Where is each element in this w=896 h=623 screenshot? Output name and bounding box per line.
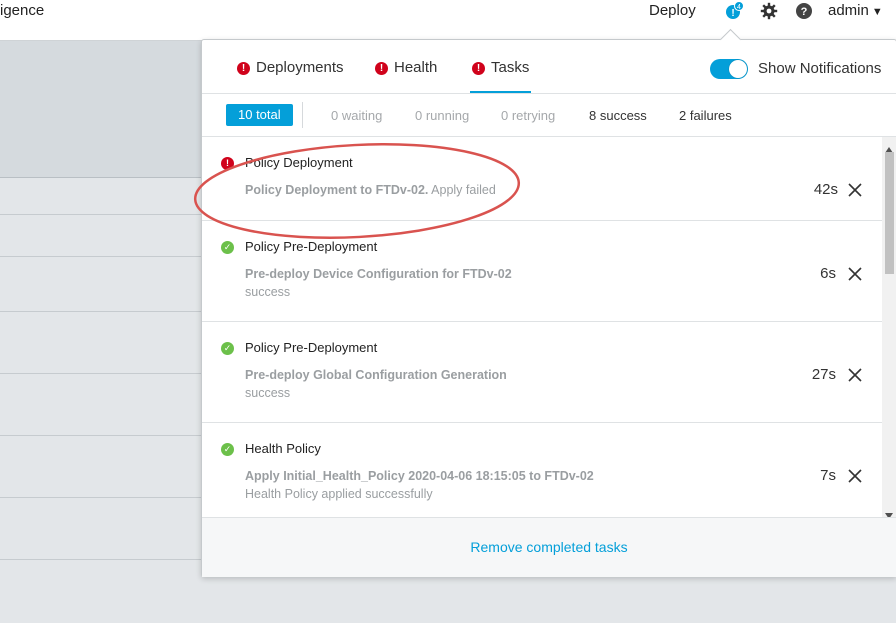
background-row-divider [0, 435, 205, 436]
background-row-divider [0, 373, 205, 374]
filter-total[interactable]: 10 total [226, 104, 293, 126]
background-row-divider [0, 311, 205, 312]
show-notifications-label: Show Notifications [758, 60, 882, 77]
deploy-button[interactable]: Deploy [649, 2, 696, 19]
filter-running[interactable]: 0 running [415, 108, 469, 123]
tab-label: Health [394, 59, 438, 76]
task-item: ✓ Policy Pre-Deployment Pre-deploy Globa… [202, 322, 882, 423]
task-description: Pre-deploy Device Configuration for FTDv… [245, 267, 512, 281]
background-panel [0, 41, 205, 178]
scroll-up-icon[interactable] [885, 140, 893, 153]
task-filter-bar: 10 total 0 waiting 0 running 0 retrying … [202, 93, 896, 137]
user-menu[interactable]: admin ▼ [828, 2, 883, 19]
scrollbar-thumb[interactable] [885, 152, 894, 274]
task-title: Health Policy [245, 441, 321, 456]
user-menu-label: admin [828, 2, 869, 19]
task-description-rest: Apply failed [428, 183, 496, 197]
filter-waiting[interactable]: 0 waiting [331, 108, 382, 123]
task-status-text: success [245, 386, 291, 400]
tab-health[interactable]: ! Health [375, 59, 437, 91]
task-description-bold: Policy Deployment to FTDv-02. [245, 183, 429, 197]
notifications-popover: ! Deployments ! Health ! Tasks Show Noti… [201, 28, 896, 577]
scroll-down-icon[interactable] [885, 506, 893, 519]
show-notifications-toggle[interactable] [710, 59, 748, 79]
task-description: Policy Deployment to FTDv-02. Apply fail… [245, 183, 496, 197]
tab-label: Tasks [491, 59, 530, 76]
notifications-icon[interactable]: ! 4 [725, 1, 744, 20]
task-description-bold: Apply Initial_Health_Policy 2020-04-06 1… [245, 469, 594, 483]
product-name: igence [0, 2, 45, 19]
task-duration: 7s [820, 467, 836, 484]
background-row-divider [0, 214, 205, 215]
task-item: ✓ Health Policy Apply Initial_Health_Pol… [202, 423, 882, 517]
task-status-text: success [245, 285, 291, 299]
close-icon[interactable] [848, 183, 862, 197]
close-icon[interactable] [848, 469, 862, 483]
task-duration: 6s [820, 265, 836, 282]
notification-tabs: ! Deployments ! Health ! Tasks Show Noti… [202, 40, 896, 94]
filter-retrying[interactable]: 0 retrying [501, 108, 555, 123]
error-icon: ! [237, 62, 250, 75]
popover-footer: Remove completed tasks [202, 517, 896, 577]
task-title: Policy Pre-Deployment [245, 239, 378, 254]
task-description: Pre-deploy Global Configuration Generati… [245, 368, 507, 382]
tab-tasks[interactable]: ! Tasks [470, 59, 532, 94]
close-icon[interactable] [848, 267, 862, 281]
error-icon: ! [472, 62, 485, 75]
filter-failures[interactable]: 2 failures [679, 108, 732, 123]
success-status-icon: ✓ [221, 443, 234, 456]
tab-deployments[interactable]: ! Deployments [237, 59, 344, 91]
top-bar: igence Deploy ! 4 ? admin ▼ [0, 0, 896, 41]
task-description-bold: Pre-deploy Device Configuration for FTDv… [245, 267, 512, 281]
background-row-divider [0, 256, 205, 257]
svg-text:?: ? [801, 6, 808, 18]
background-row-divider [0, 559, 205, 560]
task-item: ! Policy Deployment Policy Deployment to… [202, 137, 882, 221]
task-status-text: Health Policy applied successfully [245, 487, 433, 501]
help-icon[interactable]: ? [796, 3, 812, 19]
task-duration: 42s [813, 181, 838, 198]
task-item: ✓ Policy Pre-Deployment Pre-deploy Devic… [202, 221, 882, 322]
filter-success[interactable]: 8 success [589, 108, 647, 123]
task-list: ! Policy Deployment Policy Deployment to… [202, 137, 882, 517]
filter-divider [302, 102, 303, 128]
task-title: Policy Deployment [245, 155, 353, 170]
error-icon: ! [375, 62, 388, 75]
notification-badge: 4 [737, 4, 741, 11]
task-description: Apply Initial_Health_Policy 2020-04-06 1… [245, 469, 594, 483]
background-row-divider [0, 497, 205, 498]
task-title: Policy Pre-Deployment [245, 340, 378, 355]
caret-down-icon: ▼ [871, 6, 883, 18]
success-status-icon: ✓ [221, 241, 234, 254]
toggle-knob [729, 60, 747, 78]
close-icon[interactable] [848, 368, 862, 382]
error-status-icon: ! [221, 157, 234, 170]
task-duration: 27s [811, 366, 836, 383]
gear-icon[interactable] [760, 2, 778, 20]
tab-label: Deployments [256, 59, 344, 76]
remove-completed-tasks-link[interactable]: Remove completed tasks [202, 539, 896, 555]
svg-text:!: ! [731, 8, 734, 19]
task-description-bold: Pre-deploy Global Configuration Generati… [245, 368, 507, 382]
success-status-icon: ✓ [221, 342, 234, 355]
